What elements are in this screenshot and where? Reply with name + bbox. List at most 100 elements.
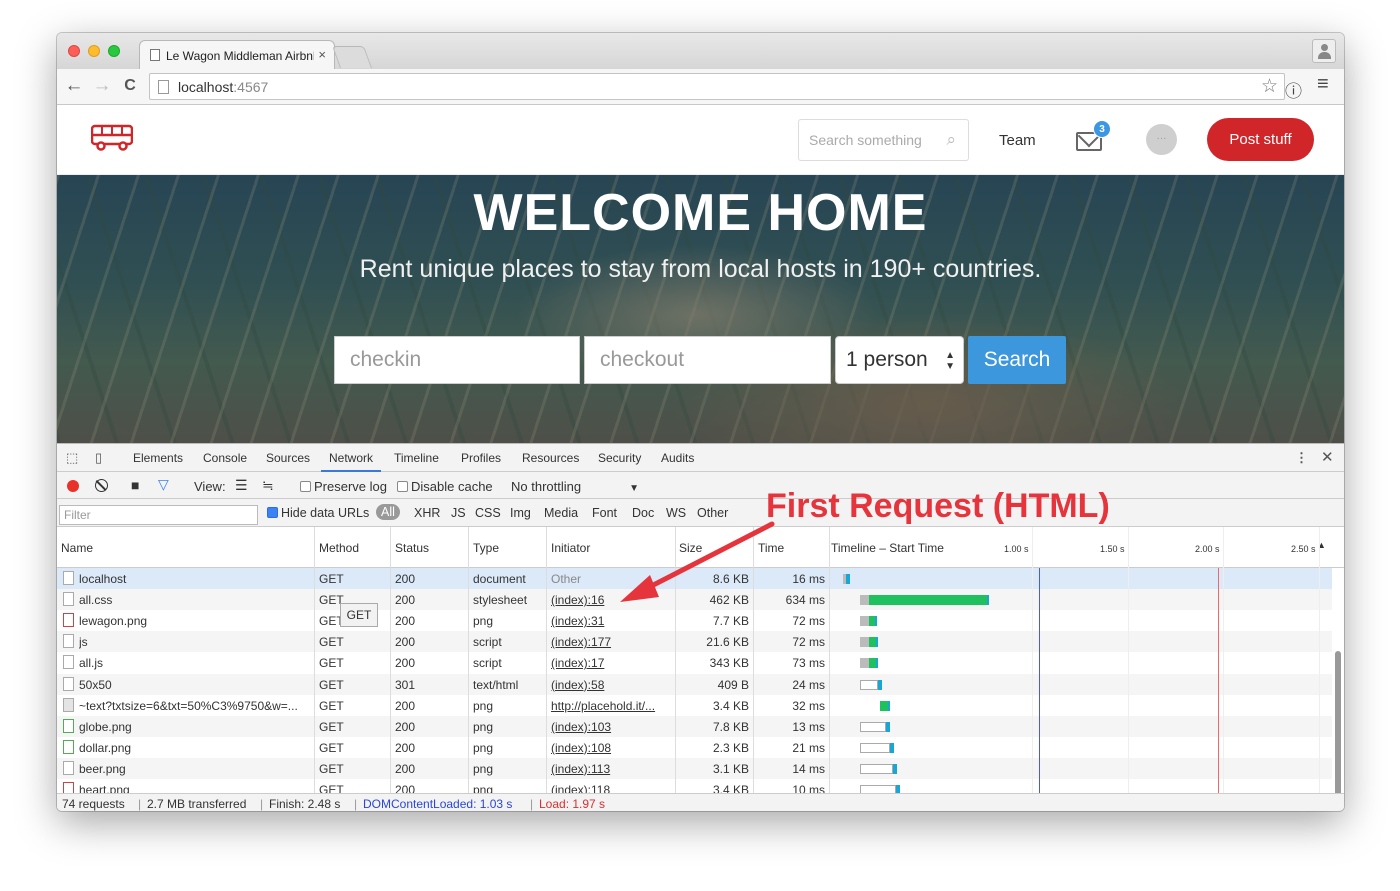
transferred-size: 2.7 MB transferred (147, 797, 247, 811)
cell-time: 32 ms (792, 698, 825, 713)
cell-type: script (473, 656, 502, 671)
forward-icon[interactable]: → (91, 76, 113, 96)
cell-status: 200 (395, 761, 416, 776)
cell-initiator[interactable]: (index):17 (551, 656, 669, 670)
maximize-window-button[interactable] (108, 45, 120, 57)
cell-method: GET (319, 656, 344, 671)
reload-icon[interactable]: C (119, 76, 141, 96)
requests-count: 74 requests (62, 797, 125, 811)
browser-tab[interactable]: Le Wagon Middleman Airbnb × (139, 40, 335, 69)
cell-type: png (473, 698, 494, 713)
browser-window: Le Wagon Middleman Airbnb × ← → C localh… (57, 33, 1344, 811)
cell-name: 50x50 (79, 677, 112, 692)
cell-status: 200 (395, 719, 416, 734)
cell-status: 200 (395, 698, 416, 713)
cell-initiator[interactable]: http://placehold.it/... (551, 699, 669, 713)
file-icon (63, 697, 74, 712)
cell-initiator[interactable]: (index):58 (551, 678, 669, 692)
hero-banner: WELCOME HOME Rent unique places to stay … (57, 175, 1344, 443)
waterfall-download-bar (880, 700, 888, 711)
waterfall-wait-bar (860, 658, 869, 669)
profile-icon[interactable] (1312, 39, 1336, 63)
cell-size: 409 B (717, 677, 749, 692)
page-icon (158, 80, 169, 94)
search-input[interactable] (809, 132, 939, 148)
table-row[interactable]: globe.png GET 200 png (index):103 7.8 KB 13 ms (57, 715, 1332, 737)
cell-name: dollar.png (79, 740, 132, 755)
cell-method: GET (319, 698, 344, 713)
avatar[interactable]: ··· (1146, 124, 1177, 155)
menu-icon[interactable]: ≡ (1317, 73, 1329, 96)
annotation-label: First Request (HTML) (766, 487, 1110, 525)
url-text: localhost:4567 (178, 79, 269, 95)
waterfall-download-bar (890, 742, 894, 753)
separator: | (530, 797, 534, 811)
cell-status: 200 (395, 656, 416, 671)
load-time: Load: 1.97 s (539, 797, 606, 811)
nav-link-team[interactable]: Team (999, 132, 1036, 149)
notification-badge: 3 (1093, 120, 1111, 138)
post-stuff-button[interactable]: Post stuff (1207, 118, 1314, 161)
cell-method: GET (319, 740, 344, 755)
table-row[interactable]: dollar.png GET 200 png (index):108 2.3 KB 21 m… (57, 737, 1332, 758)
cell-name: globe.png (79, 719, 132, 734)
cell-time: 73 ms (792, 656, 825, 671)
cell-name: beer.png (79, 761, 126, 776)
new-tab-button[interactable] (331, 46, 373, 68)
cell-time: 21 ms (792, 740, 825, 755)
bus-logo-icon[interactable] (91, 123, 133, 151)
waterfall-wait-bar (860, 742, 890, 753)
file-icon (63, 718, 74, 733)
waterfall-download-bar (869, 658, 876, 669)
file-icon (63, 760, 74, 775)
select-arrows-icon: ▲ ▼ (945, 350, 955, 372)
close-window-button[interactable] (68, 45, 80, 57)
cell-initiator[interactable]: (index):103 (551, 720, 669, 734)
minimize-window-button[interactable] (88, 45, 100, 57)
search-icon[interactable]: ⌕ (946, 130, 956, 150)
table-row[interactable]: beer.png GET 200 png (index):113 3.1 KB 14 ms (57, 757, 1332, 779)
info-icon[interactable]: ⓘ (1285, 77, 1302, 102)
cell-method: GET (319, 719, 344, 734)
address-bar[interactable]: localhost:4567 ☆ (149, 73, 1285, 100)
separator: | (260, 797, 264, 811)
tab-close-icon[interactable]: × (318, 47, 326, 62)
waterfall-download-bar (886, 721, 890, 732)
annotation-arrow (620, 521, 775, 602)
waterfall-download-bar (893, 763, 897, 774)
file-icon (63, 676, 74, 691)
waterfall-wait-bar (860, 679, 878, 690)
search-button[interactable]: Search (968, 336, 1066, 384)
devtools-panel: ⬚ ▯ Elements Console Sources Network Tim… (57, 443, 1344, 811)
separator: | (138, 797, 142, 811)
file-icon (63, 739, 74, 754)
table-row[interactable]: 50x50 GET 301 text/html (index):58 409 B 24 ms (57, 673, 1332, 695)
waterfall-end-bar (888, 700, 890, 711)
tab-strip: Le Wagon Middleman Airbnb × (57, 33, 1344, 69)
waterfall-download-bar (878, 679, 882, 690)
checkin-input[interactable]: checkin (334, 336, 580, 384)
checkout-input[interactable]: checkout (584, 336, 831, 384)
back-icon[interactable]: ← (63, 76, 85, 96)
tab-title: Le Wagon Middleman Airbnb (166, 49, 314, 63)
cell-type: png (473, 761, 494, 776)
dom-content-loaded-time: DOMContentLoaded: 1.03 s (363, 797, 513, 811)
table-row[interactable]: all.js GET 200 script (index):17 343 KB 73 ms (57, 652, 1332, 673)
table-row[interactable]: ~text?txtsize=6&txt=50%C3%9750&w=... GET 2… (57, 695, 1332, 716)
network-status-bar: 74 requests | 2.7 MB transferred | Finis… (57, 793, 1344, 811)
finish-time: Finish: 2.48 s (269, 797, 341, 811)
guests-select-value: 1 person (846, 348, 928, 371)
cell-time: 24 ms (792, 677, 825, 692)
cell-type: png (473, 740, 494, 755)
cell-initiator[interactable]: (index):108 (551, 741, 669, 755)
waterfall-wait-bar (860, 721, 886, 732)
bookmark-star-icon[interactable]: ☆ (1261, 75, 1278, 98)
hero-subtitle: Rent unique places to stay from local ho… (359, 255, 1042, 283)
guests-select[interactable]: 1 person ▲ ▼ (835, 336, 964, 384)
table-scrollbar[interactable] (1335, 651, 1341, 811)
document-icon (150, 49, 160, 61)
cell-method: GET (319, 677, 344, 692)
cell-initiator[interactable]: (index):113 (551, 762, 669, 776)
cell-size: 7.8 KB (712, 719, 749, 734)
cell-time: 14 ms (792, 761, 825, 776)
